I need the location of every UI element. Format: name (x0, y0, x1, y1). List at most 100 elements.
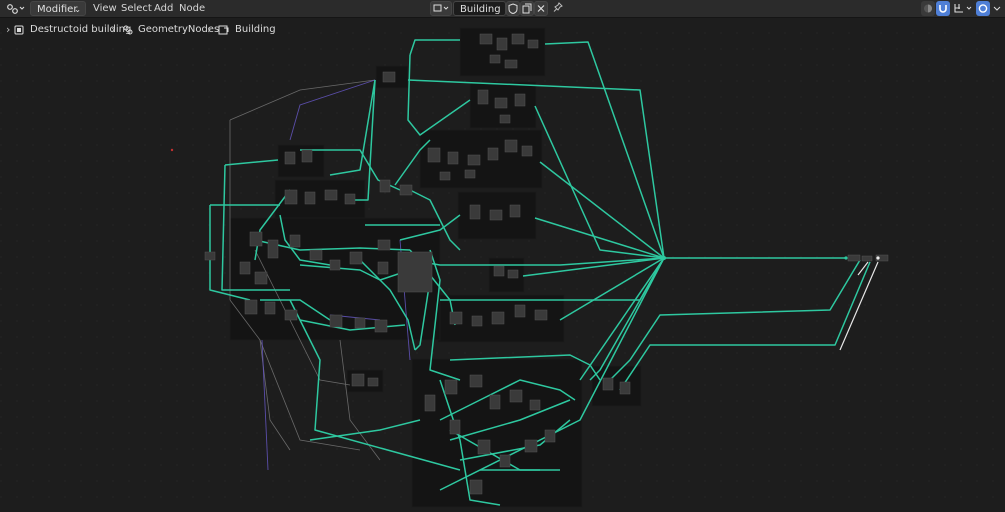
node-frame (459, 27, 546, 77)
chevron-right-icon: › (207, 23, 212, 36)
shield-icon (508, 3, 518, 15)
close-icon (537, 5, 545, 12)
node (344, 193, 356, 205)
pin-icon (553, 2, 563, 12)
editor-type-button[interactable] (4, 1, 26, 16)
node (469, 374, 483, 388)
node (619, 381, 631, 395)
node (249, 231, 263, 247)
breadcrumb-item-object[interactable]: Destructoid building (30, 22, 131, 38)
node (267, 239, 279, 259)
node (289, 234, 301, 248)
node (254, 271, 268, 285)
node (511, 33, 525, 45)
node (847, 254, 861, 262)
node (489, 209, 503, 221)
render-icon (978, 4, 988, 13)
node (367, 377, 379, 387)
node (399, 184, 413, 196)
node (354, 317, 366, 329)
node (491, 311, 505, 325)
chevron-down-icon (993, 6, 1001, 11)
node (487, 147, 499, 161)
node (534, 309, 548, 321)
modifier-dropdown-label: Modifier (37, 4, 78, 15)
menu-select[interactable]: Select (121, 1, 152, 16)
node (494, 97, 508, 109)
node-group-name-field[interactable]: Building (453, 1, 506, 16)
node (301, 149, 313, 163)
menu-view[interactable]: View (93, 1, 117, 16)
node (397, 251, 433, 293)
modifier-icon (122, 22, 134, 38)
node (469, 479, 483, 495)
node (449, 311, 463, 325)
node (239, 261, 251, 275)
node (489, 54, 501, 64)
gizmo-dropdown[interactable] (952, 1, 974, 16)
node (379, 179, 391, 193)
node (449, 419, 461, 435)
duplicate-button[interactable] (520, 1, 534, 16)
menu-add[interactable]: Add (154, 1, 173, 16)
node (439, 171, 451, 181)
node (374, 319, 388, 333)
node (447, 151, 459, 165)
node (602, 377, 614, 391)
node (521, 145, 533, 157)
node (499, 454, 511, 468)
node (444, 379, 458, 395)
duplicate-icon (522, 3, 532, 14)
snap-toggle[interactable] (936, 1, 950, 16)
node (514, 93, 526, 107)
overlay-toggle[interactable] (921, 1, 935, 16)
node (469, 204, 481, 220)
unlink-button[interactable] (534, 1, 548, 16)
node-editor-icon (7, 4, 25, 14)
overlay-icon (924, 4, 932, 13)
menu-node[interactable]: Node (179, 1, 205, 16)
node-group-browse-button[interactable] (430, 1, 452, 16)
node (499, 114, 511, 124)
render-options-dropdown[interactable] (991, 1, 1003, 16)
node (529, 399, 541, 411)
node (324, 189, 338, 201)
node-tree-icon (433, 4, 449, 12)
node-frame (591, 365, 642, 407)
node-canvas[interactable] (0, 18, 1005, 512)
node (284, 309, 298, 321)
node (304, 191, 316, 205)
node-frame (411, 358, 583, 508)
node (477, 439, 491, 455)
node (477, 89, 489, 105)
node (861, 255, 873, 262)
node (471, 315, 483, 327)
node (244, 299, 258, 315)
node (427, 147, 441, 163)
chevron-down-icon: ⌄ (74, 5, 81, 14)
node (544, 429, 556, 443)
node (507, 269, 519, 279)
node (509, 204, 521, 218)
modifier-dropdown[interactable]: Modifier ⌄ (30, 1, 86, 16)
node (329, 259, 341, 271)
node (424, 394, 436, 412)
pin-button[interactable] (552, 1, 566, 16)
breadcrumb-item-node-group[interactable]: Building (235, 22, 276, 38)
node (524, 439, 538, 453)
node (514, 304, 526, 318)
node-tree-icon (218, 22, 230, 38)
node (527, 39, 539, 49)
node (496, 37, 508, 51)
node (467, 154, 481, 166)
node (329, 314, 343, 328)
node (284, 189, 298, 205)
node (509, 389, 523, 403)
node (309, 249, 323, 261)
node (493, 265, 505, 277)
node (204, 251, 216, 261)
node (504, 59, 518, 69)
fake-user-button[interactable] (506, 1, 520, 16)
node (489, 394, 501, 410)
render-toggle[interactable] (976, 1, 990, 16)
